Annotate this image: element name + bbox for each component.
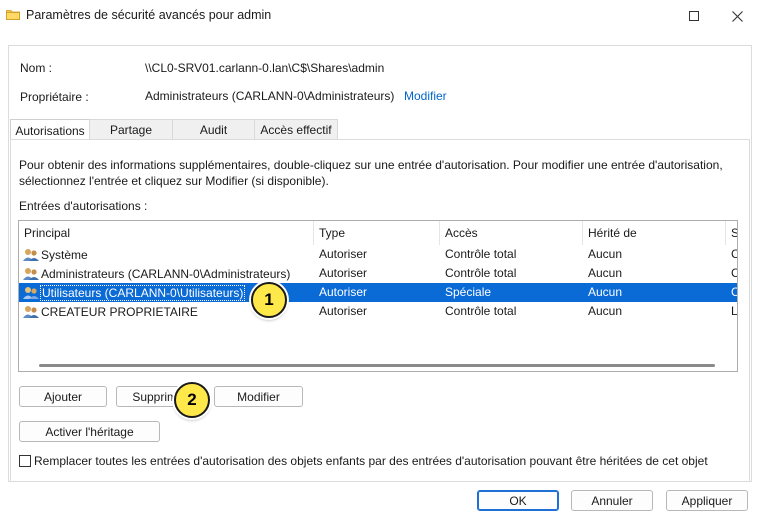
replace-child-permissions-option[interactable]: Remplacer toutes les entrées d'autorisat… [19,454,708,468]
access-cell: Contrôle total [445,247,517,261]
access-cell: Contrôle total [445,304,517,318]
users-group-icon [23,286,39,299]
tab-label: Accès effectif [260,123,332,137]
principal-cell: CREATEUR PROPRIETAIRE [23,303,198,320]
folder-icon [6,10,20,20]
applies-cell: C [731,283,737,302]
owner-label: Propriétaire : [20,90,89,104]
inherited-cell: Aucun [588,247,623,261]
enable-inheritance-button[interactable]: Activer l'héritage [19,421,160,442]
inherited-cell: Aucun [588,285,623,299]
type-cell: Autoriser [319,266,368,280]
annotation-badge-2: 2 [174,382,210,418]
inherited-cell: Aucun [588,266,623,280]
applies-cell: L [731,304,738,318]
permission-entries-label: Entrées d'autorisations : [19,199,148,213]
modify-button[interactable]: Modifier [214,386,303,407]
column-applies-to[interactable]: S [726,221,737,245]
annotation-badge-1: 1 [251,282,287,318]
access-cell: Spéciale [445,285,492,299]
cancel-button[interactable]: Annuler [571,490,653,511]
name-value: \\CL0-SRV01.carlann-0.lan\C$\Shares\admi… [145,61,385,75]
tab-audit[interactable]: Audit [172,119,255,140]
column-principal[interactable]: Principal [19,221,314,245]
column-inherited-from[interactable]: Hérité de [583,221,726,245]
type-cell: Autoriser [319,304,368,318]
principal-name: Administrateurs (CARLANN-0\Administrateu… [41,266,291,281]
type-cell: Autoriser [319,285,368,299]
tab-effective-access[interactable]: Accès effectif [254,119,338,140]
table-row-selected[interactable]: Utilisateurs (CARLANN-0\Utilisateurs) Au… [19,283,737,302]
principal-name: Système [41,247,88,262]
maximize-icon [689,11,699,21]
close-icon [731,10,743,22]
table-row[interactable]: CREATEUR PROPRIETAIRE Autoriser Contrôle… [19,302,738,321]
tab-sharing[interactable]: Partage [89,119,173,140]
applies-cell: C [731,264,737,283]
help-text: Pour obtenir des informations supplément… [19,158,723,188]
principal-name: Utilisateurs (CARLANN-0\Utilisateurs) [39,284,246,301]
users-group-icon [23,305,39,318]
close-button[interactable] [714,0,760,32]
table-row[interactable]: Système Autoriser Contrôle total Aucun C [19,245,737,264]
tab-strip: Autorisations Partage Audit Accès effect… [10,119,338,141]
users-group-icon [23,267,39,280]
title-bar: Paramètres de sécurité avancés pour admi… [0,0,760,32]
owner-value: Administrateurs (CARLANN-0\Administrateu… [145,89,395,103]
help-button[interactable] [618,0,664,32]
replace-child-permissions-checkbox[interactable] [19,455,31,467]
applies-cell: C [731,245,737,264]
table-row[interactable]: Administrateurs (CARLANN-0\Administrateu… [19,264,737,283]
owner-modify-link[interactable]: Modifier [404,89,447,103]
inherited-cell: Aucun [588,304,623,318]
access-cell: Contrôle total [445,266,517,280]
users-group-icon [23,248,39,261]
column-type[interactable]: Type [314,221,440,245]
principal-cell: Système [23,246,88,263]
column-access[interactable]: Accès [440,221,583,245]
tab-label: Audit [199,123,228,137]
add-button[interactable]: Ajouter [19,386,107,407]
name-label: Nom : [20,61,53,75]
permission-entries-list[interactable]: Principal Type Accès Hérité de S Système… [18,220,738,372]
tab-label: Autorisations [15,123,85,138]
principal-cell: Utilisateurs (CARLANN-0\Utilisateurs) [23,284,246,301]
principal-name: CREATEUR PROPRIETAIRE [41,304,198,319]
tab-label: Partage [109,123,153,137]
type-cell: Autoriser [319,247,368,261]
principal-cell: Administrateurs (CARLANN-0\Administrateu… [23,265,290,282]
apply-button[interactable]: Appliquer [666,490,748,511]
list-header: Principal Type Accès Hérité de S [19,221,737,245]
horizontal-scrollbar[interactable] [39,364,715,367]
window-title: Paramètres de sécurité avancés pour admi… [26,8,272,22]
ok-button[interactable]: OK [477,490,559,511]
maximize-button[interactable] [671,0,717,32]
tab-permissions[interactable]: Autorisations [10,119,90,141]
replace-child-permissions-label: Remplacer toutes les entrées d'autorisat… [34,454,708,468]
